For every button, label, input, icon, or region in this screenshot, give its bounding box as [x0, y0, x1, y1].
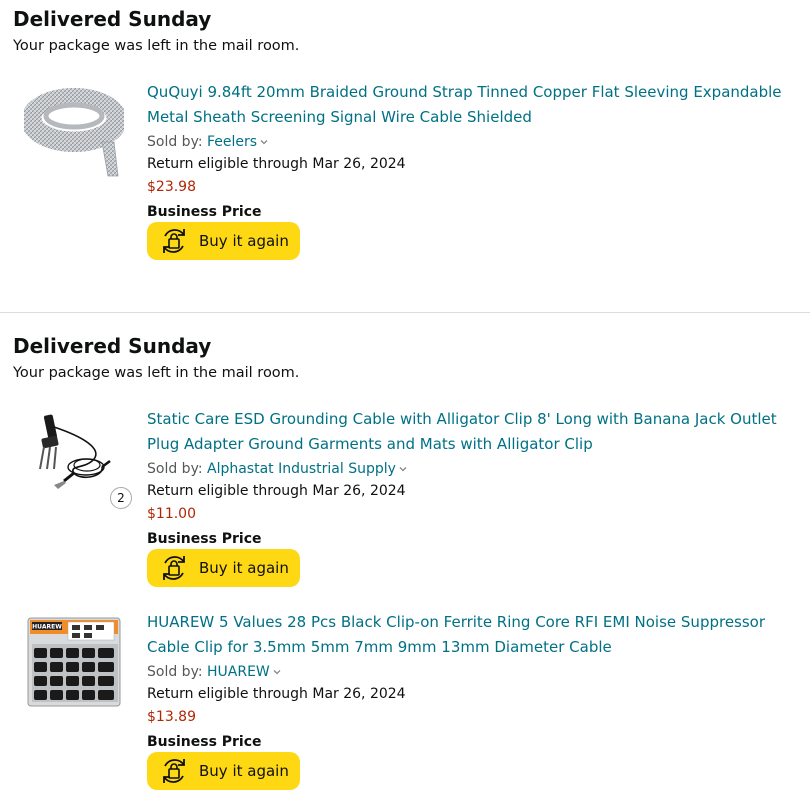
order-divider: [0, 312, 810, 313]
delivery-status-message: Your package was left in the mail room.: [13, 365, 300, 381]
quantity-badge: 2: [110, 487, 132, 509]
order-card-1: Delivered Sunday Your package was left i…: [0, 0, 810, 312]
buy-it-again-button[interactable]: Buy it again: [147, 752, 300, 790]
business-price-label: Business Price: [147, 204, 262, 220]
sold-by-label: Sold by:: [147, 664, 207, 680]
buy-again-icon: [163, 759, 185, 783]
chevron-down-icon[interactable]: [272, 667, 282, 677]
seller-link[interactable]: Alphastat Industrial Supply: [207, 461, 396, 477]
chevron-down-icon[interactable]: [259, 137, 269, 147]
business-price-label: Business Price: [147, 734, 262, 750]
item-price: $23.98: [147, 179, 196, 195]
order-card-2: Delivered Sunday Your package was left i…: [0, 327, 810, 797]
product-image-ferrite-cores[interactable]: HUAREW: [24, 610, 124, 710]
return-eligibility: Return eligible through Mar 26, 2024: [147, 483, 406, 499]
buy-it-again-label: Buy it again: [199, 232, 289, 250]
item-price: $13.89: [147, 709, 196, 725]
seller-link[interactable]: HUAREW: [207, 664, 270, 680]
sold-by: Sold by: HUAREW: [147, 662, 282, 682]
sold-by: Sold by: Alphastat Industrial Supply: [147, 459, 408, 479]
buy-it-again-button[interactable]: Buy it again: [147, 549, 300, 587]
product-image-braided-strap[interactable]: [21, 80, 127, 180]
delivery-status-title: Delivered Sunday: [13, 334, 212, 358]
sold-by-label: Sold by:: [147, 134, 207, 150]
buy-again-icon: [163, 229, 185, 253]
return-eligibility: Return eligible through Mar 26, 2024: [147, 156, 406, 172]
chevron-down-icon[interactable]: [398, 464, 408, 474]
item-price: $11.00: [147, 506, 196, 522]
buy-it-again-button[interactable]: Buy it again: [147, 222, 300, 260]
product-title-link[interactable]: QuQuyi 9.84ft 20mm Braided Ground Strap …: [147, 80, 809, 130]
order-item: HUAREW HUAREW 5 Values 28 Pcs Black Clip…: [0, 610, 810, 800]
business-price-label: Business Price: [147, 531, 262, 547]
delivery-status-title: Delivered Sunday: [13, 7, 212, 31]
seller-link[interactable]: Feelers: [207, 134, 257, 150]
delivery-status-message: Your package was left in the mail room.: [13, 38, 300, 54]
order-item: QuQuyi 9.84ft 20mm Braided Ground Strap …: [0, 80, 810, 270]
buy-it-again-label: Buy it again: [199, 559, 289, 577]
order-item: 2 Static Care ESD Grounding Cable with A…: [0, 407, 810, 597]
sold-by: Sold by: Feelers: [147, 132, 269, 152]
return-eligibility: Return eligible through Mar 26, 2024: [147, 686, 406, 702]
brand-label: HUAREW: [32, 624, 62, 631]
product-title-link[interactable]: Static Care ESD Grounding Cable with All…: [147, 407, 809, 457]
product-image-grounding-cable[interactable]: [24, 407, 124, 507]
product-title-link[interactable]: HUAREW 5 Values 28 Pcs Black Clip-on Fer…: [147, 610, 809, 660]
buy-it-again-label: Buy it again: [199, 762, 289, 780]
buy-again-icon: [163, 556, 185, 580]
sold-by-label: Sold by:: [147, 461, 207, 477]
